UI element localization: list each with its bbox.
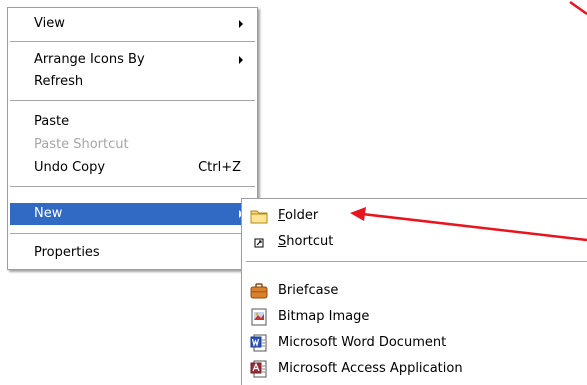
access-application-icon: [250, 360, 267, 378]
menu-label-rest: older: [285, 208, 319, 223]
menu-item-label: Paste: [34, 114, 70, 129]
menu-item-undo-copy[interactable]: Undo Copy Ctrl+Z: [10, 157, 255, 179]
annotation-arrow-line-top: [569, 0, 587, 16]
submenu-item-label: Briefcase: [278, 283, 339, 298]
menu-item-properties[interactable]: Properties: [10, 242, 255, 264]
menu-separator: [10, 41, 255, 42]
submenu-item-briefcase[interactable]: Briefcase: [244, 279, 587, 303]
submenu-item-label: Bitmap Image: [278, 309, 370, 324]
shortcut-icon: [254, 238, 264, 248]
menu-mnemonic: F: [278, 208, 286, 223]
menu-item-paste-shortcut: Paste Shortcut: [10, 134, 255, 156]
menu-separator: [10, 186, 255, 187]
submenu-item-access-application[interactable]: Microsoft Access Application: [244, 357, 587, 381]
menu-separator: [10, 233, 255, 234]
menu-item-label: New: [34, 206, 63, 221]
menu-item-label: Undo Copy: [34, 160, 106, 175]
folder-icon: [250, 210, 268, 224]
menu-item-arrange-icons-by[interactable]: Arrange Icons By: [10, 49, 255, 71]
menu-item-paste[interactable]: Paste: [10, 111, 255, 133]
menu-item-label: Paste Shortcut: [34, 137, 129, 152]
submenu-arrow-icon: [239, 56, 243, 64]
menu-separator: [246, 261, 587, 262]
submenu-item-shortcut[interactable]: Shortcut: [244, 230, 587, 254]
context-menu: View Arrange Icons By Refresh Paste Past…: [7, 7, 258, 270]
briefcase-icon: [250, 283, 268, 299]
menu-item-label: Arrange Icons By: [34, 52, 145, 67]
bitmap-image-icon: [251, 308, 267, 326]
menu-item-shortcut: Ctrl+Z: [198, 160, 241, 175]
menu-item-refresh[interactable]: Refresh: [10, 71, 255, 93]
menu-item-view[interactable]: View: [10, 13, 255, 35]
submenu-item-folder[interactable]: Folder: [244, 204, 587, 228]
submenu-item-label: Microsoft Word Document: [278, 335, 447, 350]
submenu-item-bitmap-image[interactable]: Bitmap Image: [244, 305, 587, 329]
submenu-arrow-icon: [239, 20, 243, 28]
menu-item-label: View: [34, 16, 65, 31]
menu-item-label: Properties: [34, 245, 100, 260]
menu-item-new[interactable]: New: [10, 203, 255, 225]
new-submenu: Folder Shortcut Briefcase Bitmap Image M…: [241, 198, 587, 385]
submenu-item-label: Shortcut: [278, 234, 333, 249]
submenu-item-label: Folder: [278, 208, 318, 223]
submenu-item-word-document[interactable]: Microsoft Word Document: [244, 331, 587, 355]
menu-separator: [10, 100, 255, 101]
menu-label-rest: hortcut: [286, 234, 334, 249]
menu-item-label: Refresh: [34, 74, 84, 89]
submenu-item-label: Microsoft Access Application: [278, 361, 463, 376]
word-document-icon: [250, 334, 267, 352]
